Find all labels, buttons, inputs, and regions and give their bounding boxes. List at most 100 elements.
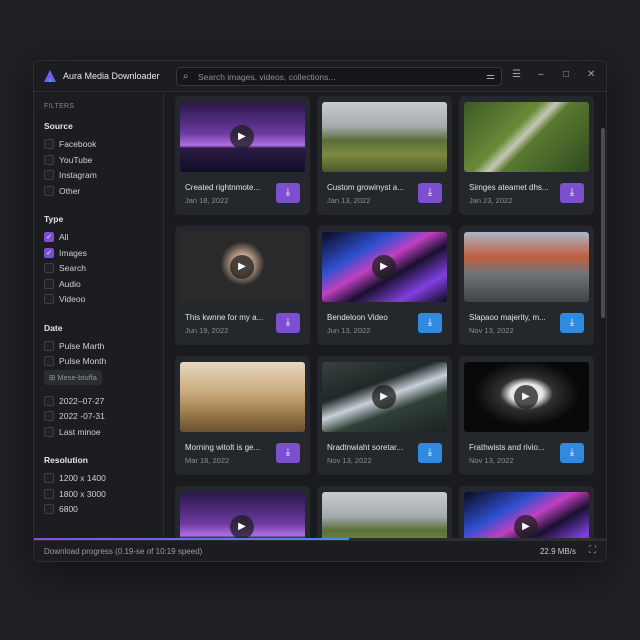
date-checkbox[interactable]: 2022–07-27: [44, 395, 104, 407]
checkbox-label: Images: [59, 247, 87, 258]
media-card[interactable]: [317, 486, 452, 540]
app-logo-icon: [44, 70, 56, 82]
maximize-icon[interactable]: □: [563, 69, 569, 80]
download-button[interactable]: ⤓: [418, 443, 442, 463]
play-icon[interactable]: ▶: [230, 255, 254, 279]
source-heading: Source: [44, 121, 73, 131]
filters-heading: FILTERS: [44, 103, 75, 110]
checkbox-box[interactable]: [44, 154, 54, 165]
download-icon: ⤓: [569, 187, 575, 198]
checkbox-box[interactable]: [44, 185, 54, 196]
thumbnail-mountains[interactable]: [464, 232, 589, 302]
download-button[interactable]: ⤓: [276, 313, 300, 333]
thumbnail-abstract-waves[interactable]: ▶: [322, 232, 447, 302]
card-date: Nov 13, 2022: [469, 326, 514, 335]
media-card[interactable]: Custom growinyst a... Jan 13, 2022 ⤓: [317, 96, 452, 215]
checkbox-box[interactable]: [44, 263, 54, 273]
thumbnail-purple-sunset[interactable]: ▶: [180, 102, 305, 172]
sliders-icon[interactable]: ⚌: [486, 71, 495, 82]
resolution-checkbox[interactable]: 1200 x 1400: [44, 472, 106, 484]
card-title: Frathwists and rivio...: [469, 443, 545, 452]
source-checkbox[interactable]: YouTube: [44, 154, 92, 166]
thumbnail-green-hills[interactable]: [322, 102, 447, 172]
source-checkbox[interactable]: Instagram: [44, 169, 97, 181]
download-button[interactable]: ⤓: [560, 313, 584, 333]
thumbnail-river[interactable]: ▶: [322, 362, 447, 432]
checkbox-box[interactable]: [44, 294, 54, 304]
date-range-chip[interactable]: ⊞ Mese-btuffa: [44, 369, 102, 385]
thumbnail-abstract-waves[interactable]: ▶: [464, 492, 589, 540]
checkbox-box[interactable]: [44, 504, 54, 514]
download-button[interactable]: ⤓: [560, 183, 584, 203]
scrollbar[interactable]: [601, 128, 605, 318]
checkbox-box[interactable]: [44, 340, 54, 351]
media-card[interactable]: Morning witolt is ge... Mar 18, 2022 ⤓: [175, 356, 310, 475]
download-button[interactable]: ⤓: [418, 183, 442, 203]
media-card[interactable]: Slapaoo majerity, m... Nov 13, 2022 ⤓: [459, 226, 594, 345]
thumbnail-purple-sunset[interactable]: ▶: [180, 492, 305, 540]
type-checkbox[interactable]: ✓ Images: [44, 247, 87, 259]
checkbox-box[interactable]: [44, 278, 54, 289]
play-icon[interactable]: ▶: [230, 125, 254, 149]
close-icon[interactable]: ✕: [587, 69, 595, 80]
download-button[interactable]: ⤓: [276, 183, 300, 203]
card-title: Simges ateamet dhs...: [469, 183, 549, 192]
checkbox-box[interactable]: [44, 356, 54, 366]
play-icon[interactable]: ▶: [230, 515, 254, 539]
checkbox-box[interactable]: [44, 473, 54, 483]
thumbnail-aerial-road[interactable]: [464, 102, 589, 172]
play-icon[interactable]: ▶: [514, 515, 538, 539]
download-icon: ⤓: [285, 317, 291, 328]
status-bar: Download progress (0.19-se of 10:19 spee…: [34, 540, 606, 561]
filter-icon[interactable]: ☰: [512, 69, 521, 80]
thumbnail-green-hills[interactable]: [322, 492, 447, 540]
media-card[interactable]: ▶ Nradtnwiaht soretar... Nov 13, 2022 ⤓: [317, 356, 452, 475]
checkbox-box[interactable]: [44, 170, 54, 180]
thumbnail-mask[interactable]: ▶: [464, 362, 589, 432]
checkbox-label: 1200 x 1400: [59, 473, 106, 483]
checkbox-box[interactable]: ✓: [44, 247, 54, 258]
media-card[interactable]: ▶ Frathwists and rivio... Nov 13, 2022 ⤓: [459, 356, 594, 475]
media-card[interactable]: ▶: [175, 486, 310, 540]
play-icon[interactable]: ▶: [372, 255, 396, 279]
media-card[interactable]: Simges ateamet dhs... Jan 23, 2022 ⤓: [459, 96, 594, 215]
resolution-checkbox[interactable]: 6800: [44, 503, 78, 515]
app-window: Aura Media Downloader ⌕ Search images, v…: [33, 60, 607, 562]
checkbox-box[interactable]: [44, 426, 54, 437]
search-input[interactable]: ⌕ Search images, videos, collections... …: [176, 67, 502, 86]
checkbox-box[interactable]: [44, 395, 54, 406]
type-checkbox[interactable]: ✓ All: [44, 231, 68, 243]
play-icon[interactable]: ▶: [514, 385, 538, 409]
date-checkbox[interactable]: Last minoe: [44, 426, 101, 438]
date-checkbox[interactable]: Pulse Month: [44, 355, 106, 367]
download-icon: ⤓: [285, 187, 291, 198]
checkbox-box[interactable]: [44, 411, 54, 421]
source-checkbox[interactable]: Other: [44, 185, 80, 197]
download-button[interactable]: ⤓: [276, 443, 300, 463]
checkbox-box[interactable]: ✓: [44, 232, 54, 242]
play-icon[interactable]: ▶: [372, 385, 396, 409]
type-checkbox[interactable]: Audio: [44, 278, 81, 290]
thumbnail-woman-field[interactable]: [180, 362, 305, 432]
checkbox-label: YouTube: [59, 154, 93, 165]
media-card[interactable]: ▶ Created rightnmote... Jan 18, 2022 ⤓: [175, 96, 310, 215]
download-button[interactable]: ⤓: [418, 313, 442, 333]
media-card[interactable]: ▶: [459, 486, 594, 540]
date-checkbox[interactable]: Pulse Marth: [44, 340, 104, 352]
minimize-icon[interactable]: –: [538, 69, 544, 80]
checkbox-box[interactable]: [44, 139, 54, 149]
download-button[interactable]: ⤓: [560, 443, 584, 463]
card-date: Nov 13, 2022: [327, 456, 372, 465]
checkbox-label: Facebook: [59, 139, 97, 149]
media-grid: ▶ Created rightnmote... Jan 18, 2022 ⤓ C…: [164, 92, 606, 540]
expand-icon[interactable]: ⛶: [589, 545, 596, 556]
source-checkbox[interactable]: Facebook: [44, 138, 96, 150]
type-checkbox[interactable]: Videoo: [44, 293, 85, 305]
date-checkbox[interactable]: 2022 -07-31: [44, 410, 105, 422]
media-card[interactable]: ▶ This kwnne for my a... Jun 19, 2022 ⤓: [175, 226, 310, 345]
thumbnail-person-headphones[interactable]: ▶: [180, 232, 305, 302]
checkbox-box[interactable]: [44, 488, 54, 499]
type-checkbox[interactable]: Search: [44, 262, 86, 274]
resolution-checkbox[interactable]: 1800 x 3000: [44, 488, 106, 500]
media-card[interactable]: ▶ Bendeloon Video Jun 13, 2022 ⤓: [317, 226, 452, 345]
